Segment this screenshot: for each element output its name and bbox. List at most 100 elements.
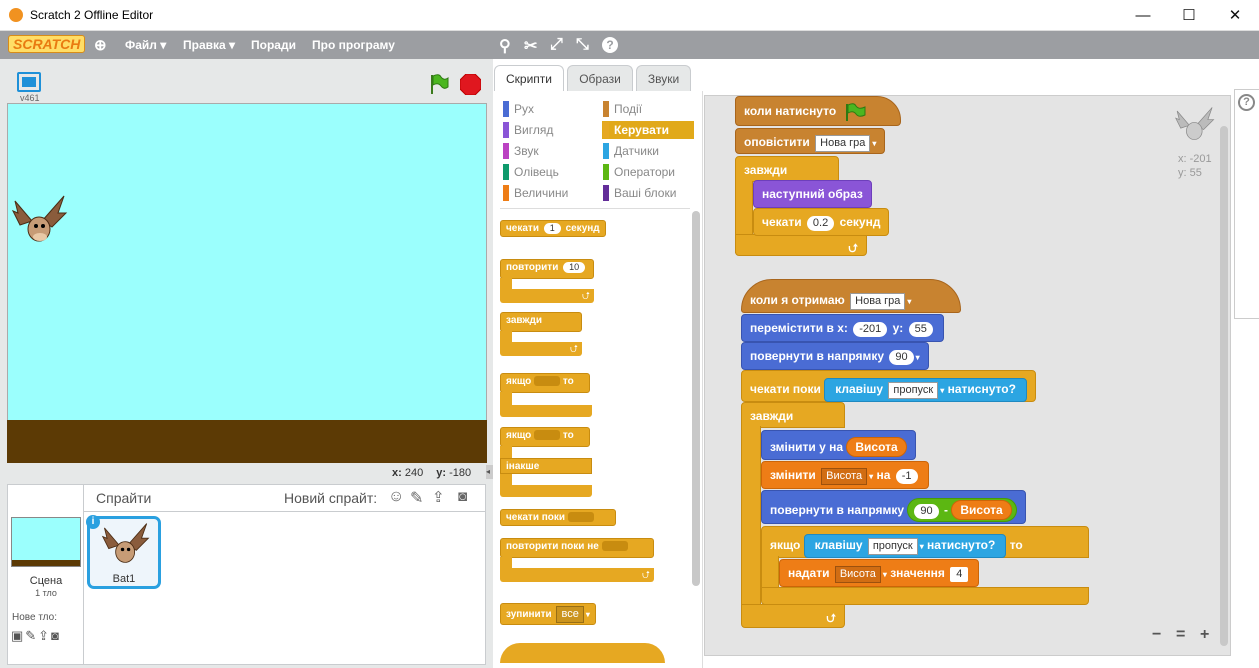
category-pen[interactable]: Олівець (502, 163, 597, 181)
loop-arrow-icon: ⮍ (500, 568, 654, 582)
menu-bar: SCRATCH ⊕ Файл ▾ Правка ▾ Поради Про про… (0, 31, 1259, 59)
palette-forever-block[interactable]: завжди (500, 312, 582, 332)
delete-tool-icon[interactable]: ✂ (524, 36, 537, 56)
close-button[interactable]: ✕ (1212, 0, 1258, 31)
palette-scrollbar[interactable] (692, 211, 700, 586)
change-variable-block[interactable]: змінити Висота ▾ на -1 (761, 461, 929, 489)
loop-arrow-icon: ⮍ (735, 234, 867, 256)
grow-tool-icon[interactable]: ⤢ (550, 36, 563, 54)
help-tool-icon[interactable]: ? (602, 37, 618, 53)
variable-reporter[interactable]: Висота (846, 437, 907, 457)
duplicate-tool-icon[interactable]: ⚲ (499, 36, 511, 56)
zoom-reset-icon[interactable]: = (1176, 626, 1185, 644)
sprites-title: Спрайти (96, 490, 152, 506)
stage-name: Сцена (29, 575, 63, 587)
shrink-tool-icon[interactable]: ⤡ (576, 36, 589, 54)
palette-wait-until-block[interactable]: чекати поки (500, 509, 616, 526)
category-operators[interactable]: Оператори (602, 163, 694, 181)
subtract-operator[interactable]: 90 - Висота (907, 498, 1017, 522)
forever-block[interactable]: завжди (735, 156, 839, 182)
point-direction-block-2[interactable]: повернути в напрямку 90 - Висота (761, 490, 1026, 524)
sprite-pane: Спрайти Новий спрайт: ☺ ✎ ⇪ ◙ Сцена 1 тл… (7, 484, 486, 665)
sprite-library-icon[interactable]: ☺ (388, 488, 404, 506)
palette-stop-block[interactable]: зупинити все ▾ (500, 603, 596, 625)
tab-sounds[interactable]: Звуки (636, 65, 691, 92)
tab-scripts[interactable]: Скрипти (494, 65, 564, 92)
wait-block[interactable]: чекати 0.2 секунд (753, 208, 890, 236)
info-icon[interactable]: i (86, 515, 100, 529)
script-scrollbar[interactable] (1220, 126, 1228, 646)
globe-icon[interactable]: ⊕ (94, 36, 107, 54)
stage-coords: x: 240 y: -180 (392, 467, 471, 479)
scratch-logo: SCRATCH (8, 35, 86, 53)
menu-edit[interactable]: Правка ▾ (183, 38, 235, 52)
maximize-button[interactable]: ☐ (1166, 0, 1212, 31)
menu-file[interactable]: Файл ▾ (125, 38, 166, 52)
next-costume-block[interactable]: наступний образ (753, 180, 872, 208)
upload-sprite-icon[interactable]: ⇪ (432, 488, 445, 506)
stage-ground (7, 420, 487, 463)
forever-block-2[interactable]: завжди (741, 402, 845, 428)
category-more-blocks[interactable]: Ваші блоки (602, 184, 694, 202)
category-motion[interactable]: Рух (502, 100, 597, 118)
key-pressed-reporter[interactable]: клавішу пропуск ▾ натиснуто? (824, 378, 1027, 402)
category-sensing[interactable]: Датчики (602, 142, 694, 160)
stage-thumbnail[interactable] (11, 517, 81, 567)
camera-sprite-icon[interactable]: ◙ (458, 488, 467, 505)
category-events[interactable]: Події (602, 100, 694, 118)
zoom-out-icon[interactable]: − (1152, 626, 1161, 644)
palette-if-else-block[interactable]: якщо то (500, 427, 590, 447)
palette-hat-block[interactable] (500, 643, 665, 663)
loop-arrow-icon: ⮍ (500, 342, 582, 356)
sprite-position-info: x: -201 y: 55 (1178, 153, 1212, 179)
help-sidebar[interactable]: ? (1234, 89, 1259, 319)
window-title: Scratch 2 Offline Editor (30, 8, 154, 22)
stage-canvas[interactable] (7, 103, 487, 463)
backdrop-tools-icons[interactable]: ▣✎⇪◙ (11, 628, 61, 644)
collapse-stage-handle[interactable]: ◂ (486, 465, 493, 479)
palette-if-block[interactable]: якщо то (500, 373, 590, 393)
palette-wait-block[interactable]: чекати 1 секунд (500, 220, 606, 237)
help-icon[interactable]: ? (1238, 94, 1255, 111)
green-flag-icon[interactable] (428, 73, 450, 95)
block-palette: Рух Вигляд Звук Олівець Величини Події К… (494, 91, 703, 668)
sprite-thumb-bat1[interactable]: i Bat1 (86, 515, 161, 589)
variable-reporter-2[interactable]: Висота (951, 500, 1012, 520)
when-flag-clicked-hat[interactable]: коли натиснуто (735, 96, 901, 126)
menu-about[interactable]: Про програму (312, 38, 395, 52)
stage-backdrop-count: 1 тло (35, 588, 57, 598)
stop-icon[interactable] (459, 73, 482, 96)
broadcast-block[interactable]: оповістити Нова гра ▾ (735, 128, 886, 154)
loop-arrow-icon: ⮍ (741, 604, 845, 628)
app-icon (9, 8, 23, 22)
paint-sprite-icon[interactable]: ✎ (410, 488, 423, 508)
key-pressed-reporter-2[interactable]: клавішу пропуск ▾ натиснуто? (803, 534, 1007, 558)
palette-repeat-until-block[interactable]: повторити поки не (500, 538, 654, 558)
tab-costumes[interactable]: Образи (567, 65, 633, 92)
bat-sprite[interactable] (11, 193, 68, 251)
x-label: x: (392, 467, 402, 479)
new-sprite-label: Новий спрайт: (284, 490, 378, 506)
category-data[interactable]: Величини (502, 184, 597, 202)
palette-else-label: інакше (500, 458, 592, 474)
category-sound[interactable]: Звук (502, 142, 597, 160)
goto-xy-block[interactable]: перемістити в x: -201 y: 55 (741, 314, 944, 342)
when-receive-hat[interactable]: коли я отримаю Нова гра ▾ (741, 279, 961, 313)
script-area[interactable]: коли натиснуто оповістити Нова гра ▾ завж… (704, 95, 1231, 656)
new-backdrop-label: Нове тло: (12, 612, 57, 623)
zoom-in-icon[interactable]: + (1200, 626, 1209, 644)
set-variable-block[interactable]: надати Висота ▾ значення 4 (779, 559, 980, 587)
current-sprite-icon (1175, 107, 1215, 140)
menu-tips[interactable]: Поради (251, 38, 296, 52)
minimize-button[interactable]: — (1120, 0, 1166, 31)
if-block[interactable]: якщо клавішу пропуск ▾ натиснуто? то (761, 526, 1089, 558)
change-y-block[interactable]: змінити у на Висота (761, 430, 916, 460)
y-label: y: (436, 467, 447, 479)
point-direction-block[interactable]: повернути в напрямку 90 ▾ (741, 342, 929, 370)
sprite-name: Bat1 (112, 573, 136, 585)
wait-until-block[interactable]: чекати поки клавішу пропуск ▾ натиснуто? (741, 370, 1036, 402)
palette-repeat-block[interactable]: повторити 10 (500, 259, 594, 279)
fullscreen-icon[interactable] (17, 72, 41, 92)
category-looks[interactable]: Вигляд (502, 121, 597, 139)
category-control[interactable]: Керувати (602, 121, 694, 139)
